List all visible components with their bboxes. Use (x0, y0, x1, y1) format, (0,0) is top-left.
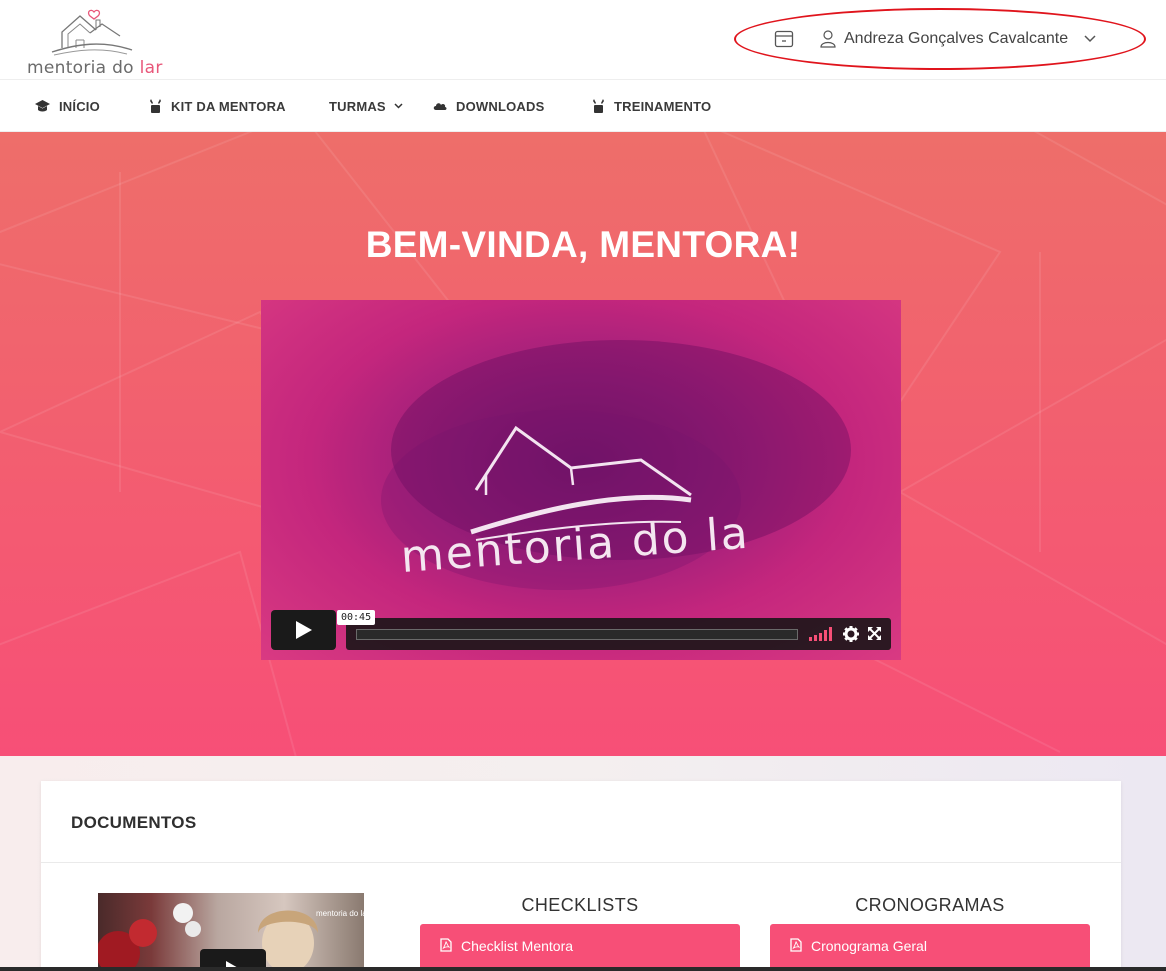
user-icon[interactable] (820, 30, 836, 48)
video-player[interactable]: mentoria do la 00:45 (261, 300, 901, 660)
checklist-mentora-link[interactable]: Checklist Mentora (420, 924, 740, 971)
cronograma-item-label: Cronograma Geral (811, 938, 927, 954)
nav-item-inicio[interactable]: INÍCIO (35, 80, 100, 132)
calendar-icon[interactable] (774, 29, 794, 49)
documents-section: DOCUMENTOS mentoria do lar CHECKLISTS (0, 756, 1166, 971)
cloud-icon (433, 103, 447, 110)
pdf-file-icon (440, 938, 452, 952)
ink-splash (381, 340, 851, 590)
gear-icon[interactable] (843, 626, 859, 642)
hero-banner: BEM-VINDA, MENTORA! mentoria do la 00:45 (0, 132, 1166, 756)
logo[interactable]: mentoria do lar (24, 6, 162, 78)
nav-item-turmas[interactable]: TURMAS (329, 80, 403, 132)
graduation-cap-icon (35, 100, 50, 112)
house-logo-icon (51, 9, 133, 56)
volume-icon[interactable] (809, 627, 833, 641)
nav-label: DOWNLOADS (456, 98, 545, 114)
nav-item-kit-da-mentora[interactable]: KIT DA MENTORA (149, 80, 286, 132)
pdf-file-icon (790, 938, 802, 952)
bottom-scrollbar[interactable] (0, 967, 1166, 971)
nav-label: KIT DA MENTORA (171, 98, 286, 114)
cronograma-geral-link[interactable]: Cronograma Geral (770, 924, 1090, 971)
time-tooltip: 00:45 (337, 610, 376, 625)
tools-icon (593, 99, 604, 113)
nav-label: TURMAS (329, 98, 386, 114)
chevron-down-icon (394, 103, 403, 109)
documents-card: DOCUMENTOS mentoria do lar CHECKLISTS (41, 781, 1121, 971)
main-nav: INÍCIO KIT DA MENTORA TURMAS DOWNLOADS T… (0, 80, 1166, 132)
header: mentoria do lar Andreza Gonçalves Cavalc… (0, 0, 1166, 80)
nav-item-downloads[interactable]: DOWNLOADS (433, 80, 544, 132)
nav-item-treinamento[interactable]: TREINAMENTO (592, 80, 711, 132)
play-button[interactable] (271, 610, 336, 650)
hero-title: BEM-VINDA, MENTORA! (365, 224, 801, 265)
chevron-down-icon[interactable] (1084, 35, 1096, 43)
documents-title: DOCUMENTOS (71, 813, 197, 832)
nav-label: INÍCIO (59, 98, 100, 114)
logo-text-main: mentoria do (27, 58, 140, 78)
user-menu-highlight: Andreza Gonçalves Cavalcante (734, 8, 1146, 70)
cronogramas-title: CRONOGRAMAS (855, 895, 1005, 915)
tools-icon (150, 99, 161, 113)
logo-text-accent: lar (139, 58, 163, 78)
checklist-item-label: Checklist Mentora (461, 938, 574, 954)
progress-bar[interactable] (356, 629, 798, 640)
nav-label: TREINAMENTO (614, 98, 712, 114)
thumbnail-logo: mentoria do lar (316, 909, 364, 918)
video-thumbnail[interactable]: mentoria do lar (98, 893, 364, 971)
play-icon (295, 621, 312, 639)
fullscreen-icon[interactable] (868, 627, 881, 640)
divider (41, 862, 1121, 863)
checklists-title: CHECKLISTS (521, 895, 639, 915)
user-name[interactable]: Andreza Gonçalves Cavalcante (844, 30, 1068, 48)
video-controls (346, 618, 891, 650)
